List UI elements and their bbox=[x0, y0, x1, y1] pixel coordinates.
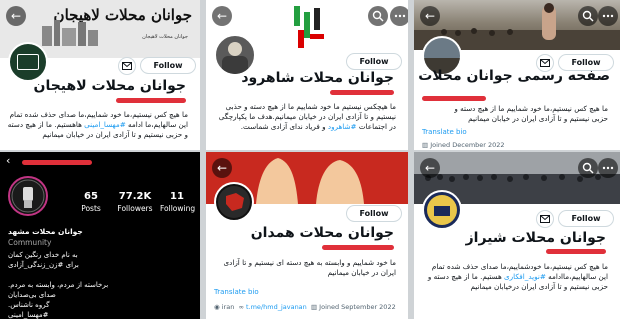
panel-shiraz: ← Follow جوانان محلات شیراز ما هیچ کس نی… bbox=[414, 152, 620, 319]
panel-shahrood: ← Follow جوانان محلات شاهرود ما هیچکس نی… bbox=[206, 0, 408, 150]
mail-icon bbox=[540, 59, 550, 67]
avatar[interactable] bbox=[214, 182, 254, 222]
banner-subtitle: جوانان محلات لاهیجان bbox=[142, 34, 188, 40]
handle-redacted bbox=[422, 96, 486, 101]
handle-redacted bbox=[22, 160, 92, 165]
profile-bio: ما هیچکس نیستیم ما خود شماییم ما از هیچ … bbox=[218, 102, 396, 131]
profile-bio: ما هیچ کس نیستیم،ما خود شماییم،ما صدای ح… bbox=[7, 110, 188, 139]
panel-lahijan: جوانان محلات لاهیجان جوانان محلات لاهیجا… bbox=[0, 0, 200, 150]
profile-bio: ما هیچ کس نیستیم،ما خود شماییم ما از هیچ… bbox=[454, 104, 608, 123]
search-icon bbox=[582, 162, 594, 174]
banner-skyline-icon bbox=[42, 20, 98, 46]
handle-redacted bbox=[322, 245, 394, 250]
joined-date: ▥ Joined December 2022 bbox=[422, 141, 505, 149]
more-button[interactable] bbox=[390, 6, 408, 26]
posts-stat[interactable]: 65 Posts bbox=[80, 191, 102, 213]
profile-location: iran bbox=[221, 303, 235, 311]
profile-name: جوانان محلات شاهرود bbox=[241, 70, 394, 86]
panel-qom: ← Follow صفحه رسمی جوانان محلات قم ما هی… bbox=[414, 0, 620, 150]
translate-bio-link[interactable]: Translate bio bbox=[214, 288, 259, 296]
back-button[interactable]: ← bbox=[420, 6, 440, 26]
profile-name: صفحه رسمی جوانان محلات قم bbox=[414, 68, 610, 84]
translate-bio-link[interactable]: Translate bio bbox=[422, 128, 467, 136]
fist-logo-icon bbox=[11, 179, 45, 213]
profile-name: جوانان محلات لاهیجان bbox=[33, 78, 186, 94]
mail-icon bbox=[540, 215, 550, 223]
back-button[interactable]: ← bbox=[212, 6, 232, 26]
hashtag-link[interactable]: #شاهرود bbox=[328, 122, 357, 131]
search-icon bbox=[582, 10, 594, 22]
followers-stat[interactable]: 77.2K Followers bbox=[116, 191, 154, 213]
back-button[interactable]: ← bbox=[212, 158, 232, 178]
iran-map-icon bbox=[218, 186, 250, 218]
more-icon bbox=[602, 166, 614, 170]
avatar[interactable] bbox=[8, 176, 48, 216]
hashtag-link[interactable]: #مهسا_امینی bbox=[84, 120, 126, 129]
hashtag-link[interactable]: #نوید_افکاری bbox=[504, 272, 546, 281]
profile-meta: ◉ iran ∞ t.me/hmd_javanan ▥ Joined Septe… bbox=[214, 303, 396, 311]
back-arrow-icon[interactable]: ‹ bbox=[6, 154, 10, 167]
search-icon bbox=[372, 10, 384, 22]
follow-button[interactable]: Follow bbox=[346, 53, 402, 70]
emblem-icon bbox=[427, 195, 457, 225]
back-button[interactable]: ← bbox=[420, 158, 440, 178]
profile-category: Community bbox=[8, 238, 52, 247]
banner-logo-icon bbox=[294, 6, 324, 48]
profile-bio: ما خود شماییم و وابسته به هیچ دسته ای نی… bbox=[223, 258, 396, 277]
handle-redacted bbox=[546, 249, 606, 254]
back-button[interactable]: ← bbox=[6, 6, 26, 26]
profile-name: جوانان محلات مشهد bbox=[8, 227, 83, 236]
calendar-icon: ▥ bbox=[310, 303, 318, 311]
profile-name: جوانان محلات شیراز bbox=[465, 230, 606, 246]
profile-bio: ما هیچ کس نیستیم،ما خودشماییم،ما صدای حذ… bbox=[427, 262, 608, 291]
avatar[interactable] bbox=[8, 42, 48, 82]
follow-button[interactable]: Follow bbox=[346, 205, 402, 222]
mail-icon bbox=[122, 62, 132, 70]
link-icon: ∞ bbox=[238, 303, 244, 311]
avatar[interactable] bbox=[422, 190, 462, 230]
location-icon: ◉ bbox=[214, 303, 220, 311]
more-icon bbox=[394, 14, 406, 18]
profile-website[interactable]: t.me/hmd_javanan bbox=[246, 303, 307, 311]
profile-bio: به نام خدای رنگین کمان برای #زن_زندگی_آز… bbox=[8, 251, 109, 319]
joined-date: Joined September 2022 bbox=[319, 303, 396, 311]
message-button[interactable] bbox=[536, 210, 554, 228]
panel-mashhad: ‹ 65 Posts 77.2K Followers 11 Following … bbox=[0, 152, 200, 319]
profile-name: جوانان محلات همدان bbox=[250, 225, 394, 241]
follow-button[interactable]: Follow bbox=[558, 210, 614, 227]
more-button[interactable] bbox=[598, 158, 618, 178]
panel-hamedan: ← Follow جوانان محلات همدان ما خود شمایی… bbox=[206, 152, 408, 319]
search-button[interactable] bbox=[578, 6, 598, 26]
message-button[interactable] bbox=[118, 57, 136, 75]
calendar-icon: ▥ bbox=[422, 141, 429, 149]
handle-redacted bbox=[116, 98, 186, 103]
more-icon bbox=[602, 14, 614, 18]
search-button[interactable] bbox=[578, 158, 598, 178]
search-button[interactable] bbox=[368, 6, 388, 26]
following-stat[interactable]: 11 Following bbox=[160, 191, 195, 213]
more-button[interactable] bbox=[598, 6, 618, 26]
handle-redacted bbox=[330, 90, 394, 95]
follow-button[interactable]: Follow bbox=[140, 57, 196, 74]
